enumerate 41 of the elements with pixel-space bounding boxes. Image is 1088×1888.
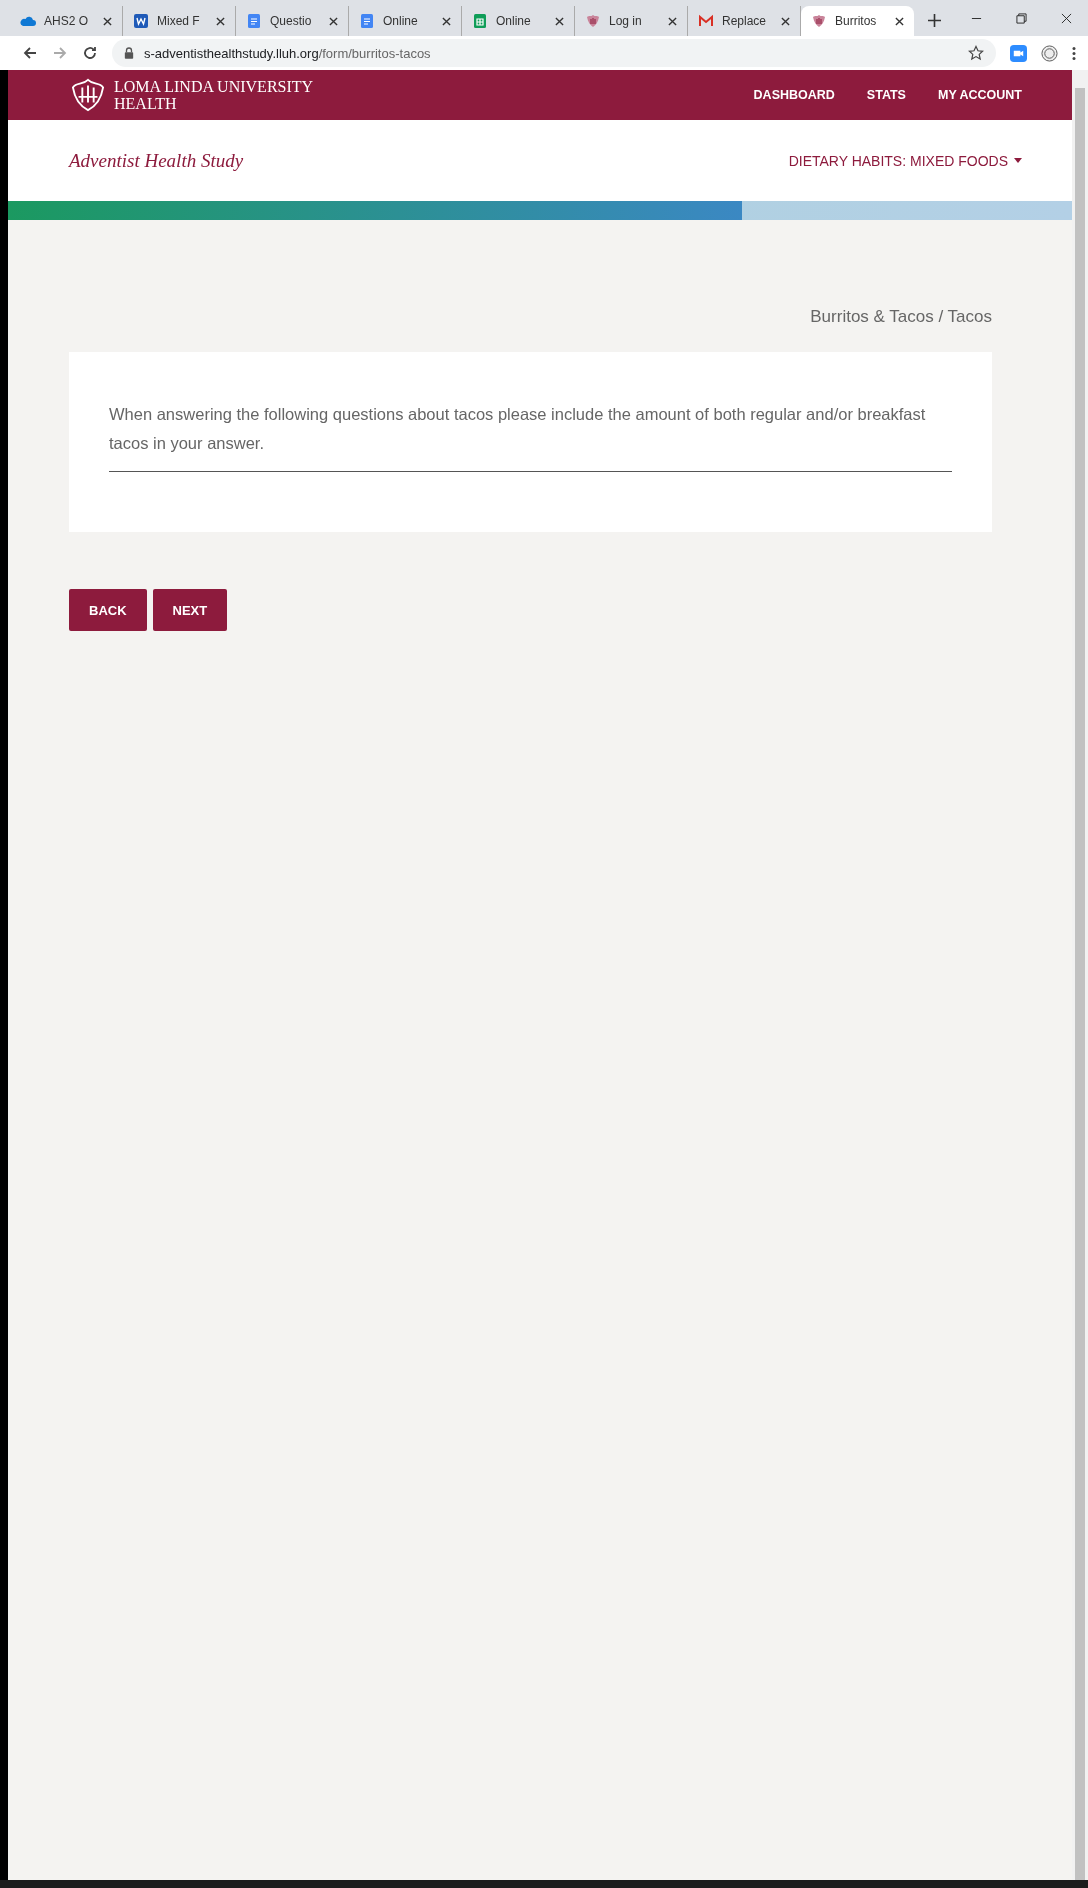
close-icon[interactable] bbox=[1061, 12, 1072, 24]
close-icon[interactable] bbox=[329, 16, 338, 26]
close-icon[interactable] bbox=[668, 16, 677, 26]
nav-link[interactable]: MY ACCOUNT bbox=[937, 88, 1022, 102]
nav-link[interactable]: DASHBOARD bbox=[753, 88, 835, 102]
nav-button[interactable]: NEXT bbox=[152, 589, 228, 631]
address-bar[interactable]: s-adventisthealthstudy.lluh.org/form/burritos-tacos bbox=[112, 39, 996, 67]
close-icon[interactable] bbox=[442, 16, 451, 26]
crest-icon bbox=[585, 13, 601, 29]
new-tab-icon[interactable] bbox=[928, 14, 941, 27]
restore-icon[interactable] bbox=[1016, 12, 1027, 24]
url-text: s-adventisthealthstudy.lluh.org/form/burritos-tacos bbox=[144, 45, 432, 61]
menu-icon[interactable] bbox=[1072, 44, 1076, 62]
close-icon[interactable] bbox=[103, 16, 112, 26]
back-arrow-icon[interactable] bbox=[22, 45, 38, 61]
video-camera-icon[interactable] bbox=[1010, 44, 1027, 62]
study-title: Adventist Health Study bbox=[69, 149, 244, 172]
instruction-text: When answering the following questions about tacos please include the amount of both regular and/or breakfast tacos in your answer. bbox=[109, 400, 952, 472]
document-icon bbox=[359, 13, 375, 29]
close-icon[interactable] bbox=[781, 16, 790, 26]
scrollbar[interactable] bbox=[1072, 70, 1088, 1880]
close-icon[interactable] bbox=[555, 16, 564, 26]
breadcrumb: Burritos & Tacos / Tacos bbox=[810, 307, 992, 327]
reload-icon[interactable] bbox=[82, 45, 98, 61]
browser-tab[interactable]: Burritos bbox=[801, 6, 914, 36]
nav-button[interactable]: BACK bbox=[69, 589, 147, 631]
profile-icon[interactable] bbox=[1041, 44, 1058, 62]
document-app-icon bbox=[133, 13, 149, 29]
nav-link[interactable]: STATS bbox=[866, 88, 906, 102]
brand-name: LOMA LINDA UNIVERSITY bbox=[114, 78, 314, 95]
lock-icon bbox=[124, 47, 134, 59]
caret-icon bbox=[1014, 158, 1022, 163]
brand-name: HEALTH bbox=[114, 95, 178, 112]
spreadsheet-icon bbox=[472, 13, 488, 29]
close-icon[interactable] bbox=[216, 16, 225, 26]
close-icon[interactable] bbox=[895, 16, 904, 26]
section-menu[interactable]: DIETARY HABITS: MIXED FOODS bbox=[788, 152, 1022, 169]
crest-icon bbox=[811, 13, 827, 29]
document-icon bbox=[246, 13, 262, 29]
mail-icon bbox=[698, 13, 714, 29]
star-icon[interactable] bbox=[968, 45, 984, 61]
